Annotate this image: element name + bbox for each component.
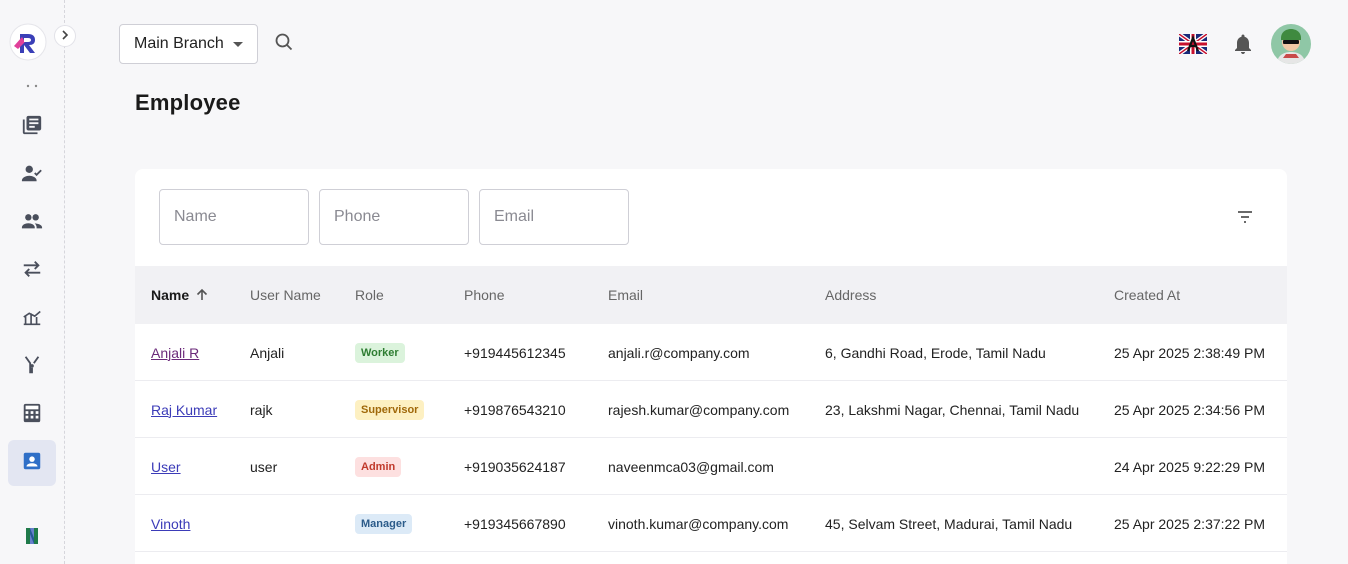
sidebar-expand-button[interactable] [54, 25, 76, 47]
phone-cell: +919445612345 [464, 344, 566, 361]
created-at-cell: 25 Apr 2025 2:37:22 PM [1114, 515, 1265, 532]
employee-name-link[interactable]: Vinoth [151, 516, 190, 532]
username-cell: Anjali [250, 344, 285, 361]
email-cell: anjali.r@company.com [608, 344, 750, 361]
search-button[interactable] [272, 32, 296, 56]
person-check-icon [21, 162, 43, 189]
column-header-address[interactable]: Address [825, 266, 876, 324]
app-logo[interactable] [8, 22, 48, 62]
language-flag-icon[interactable] [1177, 32, 1209, 56]
phone-cell: +919035624187 [464, 458, 566, 475]
swap-arrows-icon [20, 258, 44, 285]
phone-cell: +919345667890 [464, 515, 566, 532]
email-cell: vinoth.kumar@company.com [608, 515, 789, 532]
column-header-name[interactable]: Name [151, 266, 209, 324]
column-header-username[interactable]: User Name [250, 266, 321, 324]
calculator-icon [21, 402, 43, 429]
more-dots-icon [22, 78, 42, 88]
contact-card-icon [21, 450, 43, 477]
created-at-cell: 25 Apr 2025 2:38:49 PM [1114, 344, 1265, 361]
table-row: Raj Kumar rajk Supervisor +919876543210 … [135, 381, 1287, 438]
sort-ascending-icon [195, 288, 209, 302]
email-filter-input[interactable] [479, 189, 629, 245]
user-avatar[interactable] [1271, 24, 1311, 64]
column-header-phone[interactable]: Phone [464, 266, 504, 324]
nav-calculator[interactable] [8, 392, 56, 438]
merge-icon [21, 354, 43, 381]
employee-table-card: Name User Name Role Phone Email Address … [135, 169, 1287, 564]
nav-people[interactable] [8, 200, 56, 246]
column-header-role[interactable]: Role [355, 266, 384, 324]
nav-employee[interactable] [8, 440, 56, 486]
nav-transfers[interactable] [8, 248, 56, 294]
email-cell: rajesh.kumar@company.com [608, 401, 790, 418]
group-icon [21, 210, 43, 237]
nav-branches[interactable] [8, 344, 56, 390]
username-cell: rajk [250, 401, 273, 418]
documents-icon [21, 114, 43, 141]
phone-filter-input[interactable] [319, 189, 469, 245]
role-badge: Admin [355, 456, 402, 477]
chart-line-icon [21, 306, 43, 333]
branch-select-value: Main Branch [134, 35, 224, 52]
employee-name-link[interactable]: User [151, 459, 181, 475]
employee-name-link[interactable]: Raj Kumar [151, 402, 217, 418]
table-row: Anjali R Anjali Worker +919445612345 anj… [135, 324, 1287, 381]
dropdown-caret-icon [233, 42, 243, 47]
employee-name-link[interactable]: Anjali R [151, 345, 199, 361]
address-cell: 6, Gandhi Road, Erode, Tamil Nadu [825, 344, 1046, 361]
column-header-name-label: Name [151, 287, 190, 303]
column-header-email[interactable]: Email [608, 266, 643, 324]
table-row: Vinoth Manager +919345667890 vinoth.kuma… [135, 495, 1287, 552]
address-cell: 45, Selvam Street, Madurai, Tamil Nadu [825, 515, 1073, 532]
page-title: Employee [135, 90, 241, 115]
name-filter-input[interactable] [159, 189, 309, 245]
sidebar [0, 0, 65, 564]
notification-bell-icon[interactable] [1231, 32, 1255, 56]
address-cell: 23, Lakshmi Nagar, Chennai, Tamil Nadu [825, 401, 1080, 418]
filter-list-icon[interactable] [1233, 205, 1257, 229]
brand-mark-icon [20, 524, 44, 548]
nav-reports[interactable] [8, 296, 56, 342]
search-icon [274, 32, 294, 57]
role-badge: Supervisor [355, 399, 425, 420]
email-cell: naveenmca03@gmail.com [608, 458, 774, 475]
phone-cell: +919876543210 [464, 401, 566, 418]
created-at-cell: 24 Apr 2025 9:22:29 PM [1114, 458, 1265, 475]
created-at-cell: 25 Apr 2025 2:34:56 PM [1114, 401, 1265, 418]
username-cell: user [250, 458, 278, 475]
nav-attendance[interactable] [8, 152, 56, 198]
role-badge: Manager [355, 513, 413, 534]
column-header-created-at[interactable]: Created At [1114, 266, 1180, 324]
role-badge: Worker [355, 342, 405, 363]
table-row: User user Admin +919035624187 naveenmca0… [135, 438, 1287, 495]
branch-select[interactable]: Main Branch [119, 24, 258, 64]
nav-documents[interactable] [8, 104, 56, 150]
chevron-right-icon [60, 27, 70, 45]
table-header: Name User Name Role Phone Email Address … [135, 266, 1287, 324]
